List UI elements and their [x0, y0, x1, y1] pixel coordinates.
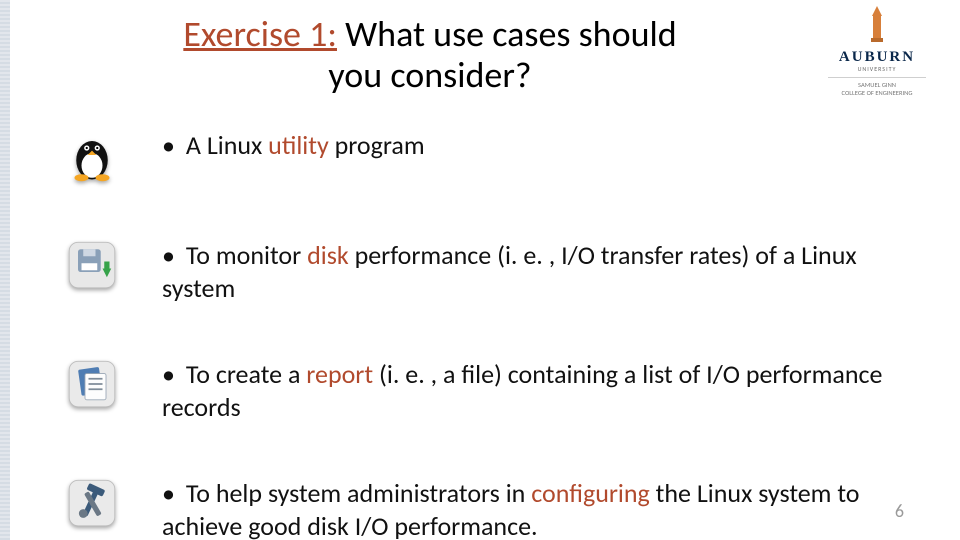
logo-divider	[828, 77, 926, 78]
tower-icon	[866, 6, 888, 42]
slide-title: Exercise 1: What use cases should you co…	[115, 14, 745, 97]
logo-college-line2: COLLEGE OF ENGINEERING	[822, 90, 932, 98]
bullet-pre: To help system administrators in	[186, 477, 531, 509]
tools-icon	[62, 473, 122, 533]
bullet-pre: A Linux	[186, 129, 268, 161]
bullet-highlight: report	[306, 358, 373, 390]
slide: AUBURN UNIVERSITY SAMUEL GINN COLLEGE OF…	[0, 0, 960, 540]
bullet-highlight: configuring	[531, 477, 650, 509]
logo-name: AUBURN	[822, 49, 932, 66]
bullet-highlight: utility	[268, 129, 329, 161]
bullet-highlight: disk	[307, 239, 349, 271]
bullet-pre: To create a	[186, 358, 306, 390]
bullet-row: • To create a report (i. e. , a file) co…	[62, 354, 920, 423]
university-logo: AUBURN UNIVERSITY SAMUEL GINN COLLEGE OF…	[822, 6, 932, 98]
title-line2: you consider?	[328, 53, 531, 97]
left-rail-decoration	[0, 0, 10, 540]
bullet-pre: To monitor	[186, 239, 307, 271]
bullet-row: • A Linux utility program	[62, 125, 920, 185]
bullet-text: • To help system administrators in confi…	[162, 473, 920, 540]
page-number: 6	[895, 500, 904, 522]
bullet-text: • To monitor disk performance (i. e. , I…	[162, 235, 920, 304]
bullet-post: program	[329, 129, 425, 161]
documents-icon	[62, 354, 122, 414]
bullet-row: • To monitor disk performance (i. e. , I…	[62, 235, 920, 304]
bullet-text: • A Linux utility program	[162, 125, 920, 162]
title-rest-1: What use cases should	[337, 12, 677, 56]
disk-download-icon	[62, 235, 122, 295]
title-accent: Exercise 1:	[183, 12, 337, 56]
bullet-text: • To create a report (i. e. , a file) co…	[162, 354, 920, 423]
logo-sub: UNIVERSITY	[822, 65, 932, 73]
bullet-list: • A Linux utility program • To monitor d…	[62, 125, 920, 540]
linux-penguin-icon	[62, 125, 122, 185]
bullet-row: • To help system administrators in confi…	[62, 473, 920, 540]
